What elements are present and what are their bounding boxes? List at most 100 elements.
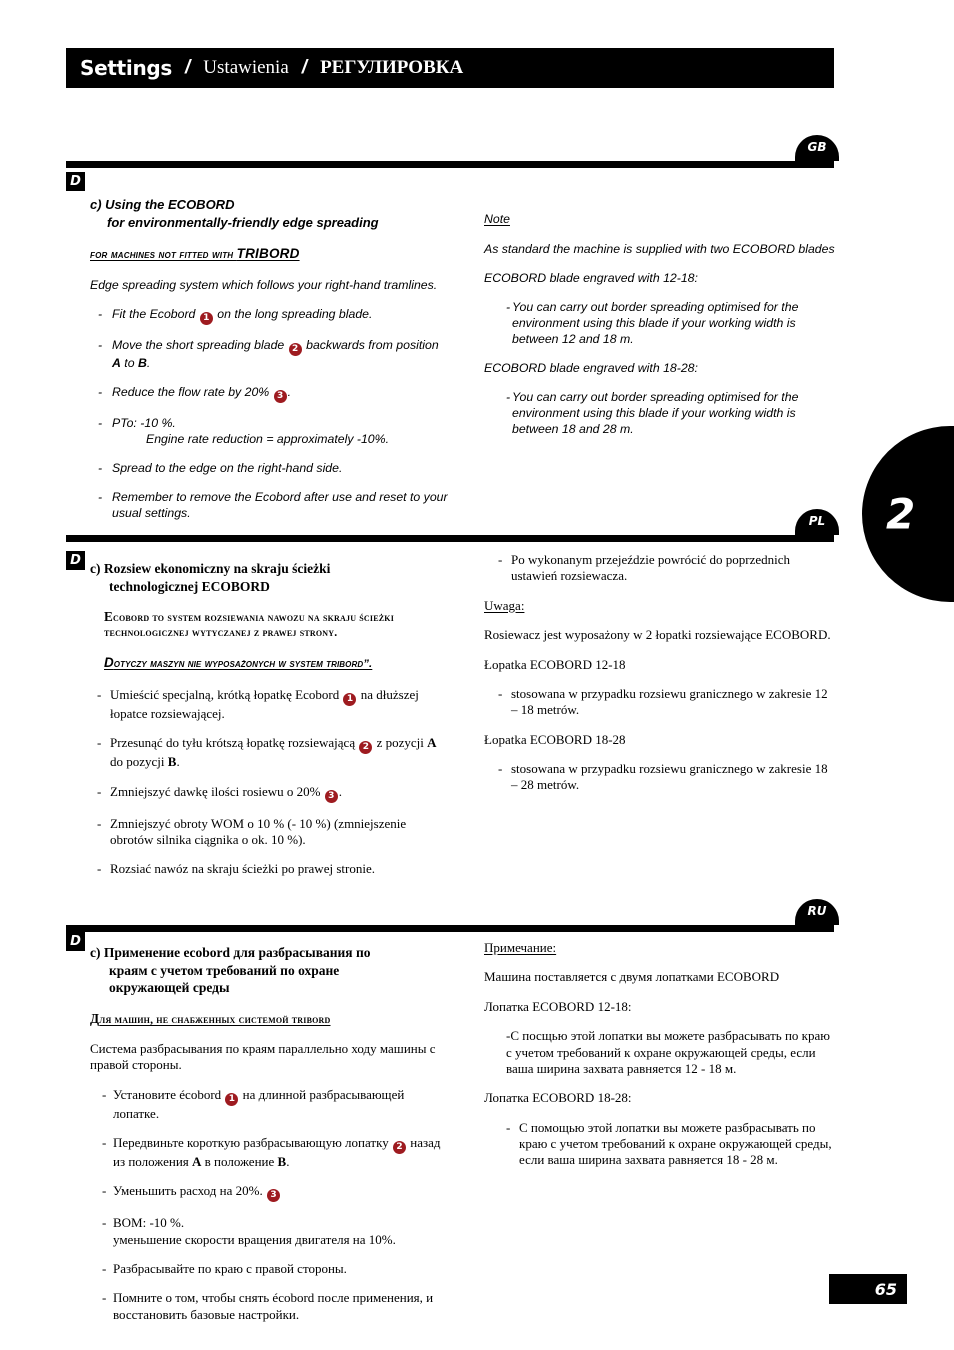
ru-bullet-list: Установите écobord 1 на длинной разбрасы… [100, 1087, 450, 1324]
pl-italcaps-text: otyczy maszyn nie wyposażonych w system … [113, 658, 373, 671]
list-item: Umieścić specjalną, krótką łopatkę Ecobo… [90, 687, 450, 722]
list-item: PTo: -10 %.Engine rate reduction = appro… [90, 416, 450, 448]
language-badge-ru: RU [795, 899, 839, 925]
callout-number-2: 2 [359, 741, 373, 755]
pl-italcaps-initial: D [104, 655, 114, 671]
pl-caps-paragraph: Ecobord to system rozsiewania nawozu na … [104, 608, 450, 640]
gb-blade1-list: You can carry out border spreading optim… [498, 300, 836, 348]
pl-blade2-list: stosowana w przypadku rozsiewu graniczne… [498, 761, 836, 794]
ru-caps-heading: Для машин, не снабженных системой TRIBOR… [90, 1010, 450, 1027]
gb-bullet-sub-line: Engine rate reduction = approximately -1… [146, 432, 390, 447]
pl-note-title: Uwaga: [484, 597, 525, 613]
pl-note-intro: Rosiewacz jest wyposażony w 2 łopatki ro… [484, 627, 831, 643]
ru-blade1-text-block: -С посщью этой лопатки вы можете разбрас… [506, 1028, 836, 1077]
list-item: ВОМ: -10 %.уменьшение скорости вращения … [100, 1215, 450, 1248]
list-item: Передвиньте короткую разбрасывающую лопа… [100, 1135, 450, 1170]
list-item: Уменьшить расход на 20%. 3 [100, 1183, 450, 1203]
ru-blade1-text: -С посщью этой лопатки вы можете разбрас… [506, 1028, 830, 1076]
pl-heading-line1: c) Rozsiew ekonomiczny na skraju ścieżki [90, 561, 331, 576]
gb-subheading-big: TRIBORD [236, 246, 300, 262]
ru-note-intro: Машина поставляется с двумя лопатками EC… [484, 969, 780, 985]
list-item: Remember to remove the Ecobord after use… [90, 490, 450, 522]
callout-number-2: 2 [392, 1140, 406, 1154]
ru-heading-line2: краям с учетом требований по охране [109, 962, 340, 978]
gb-right-column: Note As standard the machine is supplied… [484, 212, 836, 451]
list-item: You can carry out border spreading optim… [498, 390, 836, 438]
title-separator-2: / [301, 57, 308, 78]
page-title-russian: РЕГУЛИРОВКА [320, 57, 464, 78]
ru-blade2-title: Лопатка ECOBORD 18-28: [484, 1090, 632, 1106]
list-item: Zmniejszyć obroty WOM o 10 % (- 10 %) (z… [90, 816, 450, 849]
callout-number-3: 3 [266, 1189, 280, 1203]
gb-note-intro: As standard the machine is supplied with… [484, 241, 835, 256]
ru-heading-line3: окружающей среды [109, 980, 230, 996]
ru-blade2-list: С помощью этой лопатки вы можете разбрас… [506, 1120, 836, 1169]
gb-bullet-list: Fit the Ecobord 1 on the long spreading … [90, 307, 450, 522]
gb-intro-paragraph: Edge spreading system which follows your… [90, 278, 438, 293]
section-marker-d-ru-label: D [70, 934, 81, 949]
gb-note-title: Note [484, 212, 510, 226]
page-number-box: 65 [829, 1274, 907, 1304]
section-marker-d-pl: D [66, 551, 85, 570]
ru-blade1-title: Лопатка ECOBORD 12-18: [484, 998, 632, 1014]
section-rule-ru [66, 925, 834, 932]
language-badge-pl-label: PL [808, 514, 826, 528]
list-item: Reduce the flow rate by 20% 3. [90, 385, 450, 404]
pl-top-bullet-list: Po wykonanym przejeździe powrócić do pop… [498, 552, 836, 585]
pl-left-column: c) Rozsiew ekonomiczny na skraju ścieżki… [90, 560, 450, 891]
section-marker-d-ru: D [66, 932, 85, 951]
pl-blade2-title: Łopatka ECOBORD 18-28 [484, 731, 626, 747]
chapter-tab: 2 [862, 426, 954, 602]
page-title-polish: Ustawienia [203, 57, 289, 78]
list-item: stosowana w przypadku rozsiewu graniczne… [498, 686, 836, 719]
list-item: С помощью этой лопатки вы можете разбрас… [506, 1120, 836, 1169]
gb-subheading-small: For machines not fitted with [90, 249, 237, 262]
list-item: Rozsiać nawóz na skraju ścieżki po prawe… [90, 861, 450, 878]
list-item: Zmniejszyć dawkę ilości rosiewu o 20% 3. [90, 784, 450, 803]
list-item: Spread to the edge on the right-hand sid… [90, 461, 450, 477]
list-item: Помните о том, чтобы снять écobord после… [100, 1290, 450, 1323]
page-title-bar: Settings / Ustawienia / РЕГУЛИРОВКА [66, 48, 834, 88]
ru-left-column: c) Применение ecobord для разбрасывания … [90, 944, 450, 1336]
gb-blade2-list: You can carry out border spreading optim… [498, 390, 836, 438]
gb-heading-line2: for environmentally-friendly edge spread… [107, 214, 379, 230]
list-item: You can carry out border spreading optim… [498, 300, 836, 348]
language-badge-gb-label: GB [807, 140, 827, 154]
gb-heading: c) Using the ECOBORD for environmentally… [90, 196, 450, 231]
callout-number-1: 1 [225, 1092, 239, 1106]
callout-number-1: 1 [343, 692, 357, 706]
language-badge-gb: GB [795, 135, 839, 161]
section-marker-d-pl-label: D [70, 553, 81, 568]
list-item: Разбрасывайте по краю с правой стороны. [100, 1261, 450, 1278]
section-rule-gb [66, 161, 834, 168]
pl-blade1-list: stosowana w przypadku rozsiewu graniczne… [498, 686, 836, 719]
gb-blade1-title: ECOBORD blade engraved with 12-18: [484, 270, 698, 285]
pl-italcaps-heading: Dotyczy maszyn nie wyposażonych w system… [104, 654, 450, 673]
document-page: Settings / Ustawienia / РЕГУЛИРОВКА 2 65… [0, 0, 954, 1350]
ru-intro-paragraph: Система разбрасывания по краям параллель… [90, 1040, 436, 1073]
section-rule-pl [66, 535, 834, 542]
title-separator-1: / [185, 57, 191, 78]
gb-heading-line1: c) Using the ECOBORD [90, 197, 235, 212]
list-item: stosowana w przypadku rozsiewu graniczne… [498, 761, 836, 794]
ru-caps-initial: Д [90, 1010, 100, 1026]
callout-number-3: 3 [273, 390, 287, 404]
list-item: Move the short spreading blade 2 backwar… [90, 338, 450, 372]
callout-number-1: 1 [199, 312, 213, 326]
list-item: Przesunąć do tyłu krótszą łopatkę rozsie… [90, 735, 450, 770]
pl-heading: c) Rozsiew ekonomiczny na skraju ścieżki… [90, 560, 450, 595]
pl-blade1-title: Łopatka ECOBORD 12-18 [484, 656, 626, 672]
ru-caps-text: ля машин, не снабженных системой TRIBORD [99, 1012, 331, 1026]
pl-caps-text: cobord to system rozsiewania nawozu na s… [104, 611, 395, 640]
gb-blade2-title: ECOBORD blade engraved with 18-28: [484, 360, 698, 375]
list-item: Fit the Ecobord 1 on the long spreading … [90, 307, 450, 326]
pl-caps-initial: E [104, 609, 113, 625]
ru-heading: c) Применение ecobord для разбрасывания … [90, 944, 450, 997]
gb-subheading: For machines not fitted with TRIBORD [90, 245, 450, 263]
ru-bullet-sub-line: уменьшение скорости вращения двигателя н… [113, 1231, 396, 1247]
ru-right-column: Примечание: Машина поставляется с двумя … [484, 940, 836, 1182]
callout-number-3: 3 [324, 789, 338, 803]
chapter-number: 2 [886, 489, 916, 539]
callout-number-2: 2 [288, 343, 302, 357]
page-number: 65 [874, 1279, 897, 1299]
